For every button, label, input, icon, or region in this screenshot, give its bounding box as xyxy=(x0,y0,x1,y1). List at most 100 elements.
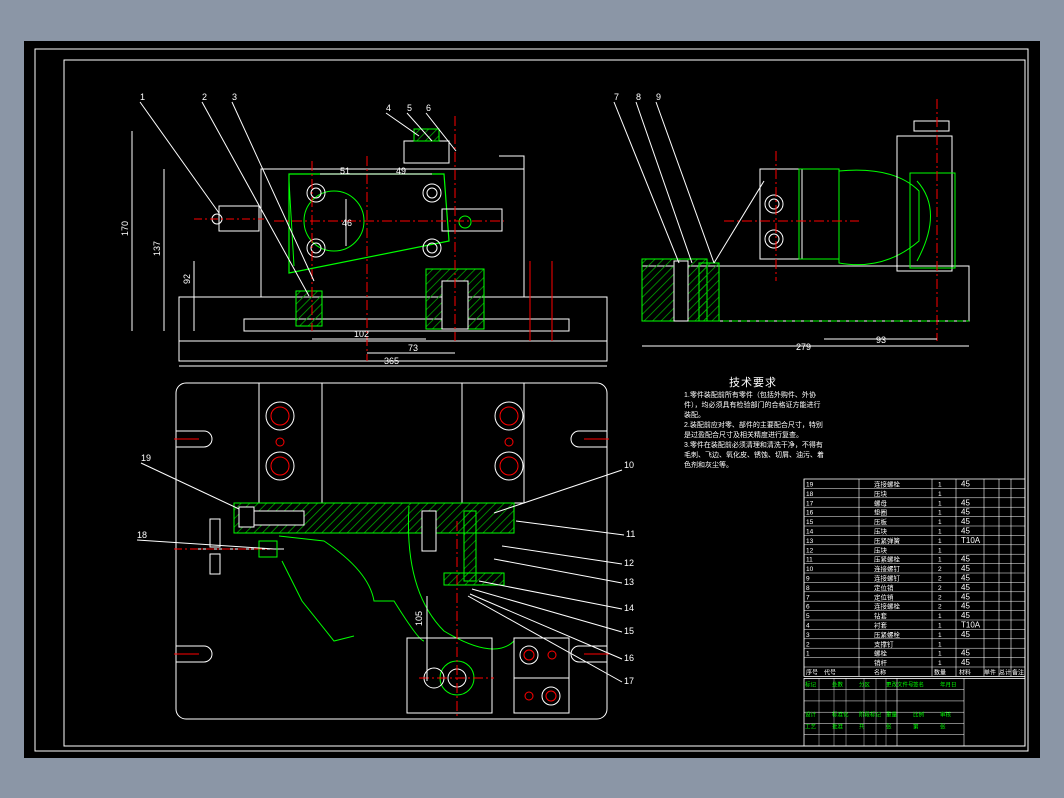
bom-cell-no: 10 xyxy=(806,566,814,573)
hole-icon xyxy=(306,238,326,258)
bom-table: 19 连接螺栓 1 4518 压块 117 螺母 1 4516 垫圈 1 4515 压板 1 4514 压块 1… xyxy=(803,478,1026,677)
title-block-cell: 更改文件号 xyxy=(886,680,914,688)
balloon-18: 18 xyxy=(137,530,147,540)
bom-cell-qty: 1 xyxy=(938,547,942,554)
bom-cell-no: 13 xyxy=(806,538,814,545)
bom-cell-qty: 1 xyxy=(938,660,942,667)
dim-137: 137 xyxy=(152,241,162,256)
bom-cell-qty: 2 xyxy=(938,594,942,601)
cad-viewport[interactable]: 51 49 46 170 137 92 102 73 365 1 2 3 4 5… xyxy=(24,41,1040,758)
bom-cell-qty: 1 xyxy=(938,538,942,545)
bom-header-cell: 数量 xyxy=(934,669,946,677)
dim-105: 105 xyxy=(414,611,424,626)
bom-cell-name: 压块 xyxy=(874,527,888,536)
bom-cell-name: 压紧弹簧 xyxy=(874,536,901,545)
bom-cell-qty: 1 xyxy=(938,651,942,658)
bom-cell-mat: 45 xyxy=(961,508,970,517)
balloon-5: 5 xyxy=(407,103,412,113)
bom-cell-qty: 2 xyxy=(938,576,942,583)
title-block-cell: 批准 xyxy=(832,722,844,730)
bom-cell-mat: 45 xyxy=(961,527,970,536)
bom-cell-no: 12 xyxy=(806,547,814,554)
tech-requirement-line: 3.零件在装配前必须清理和清洗干净，不得有 xyxy=(684,442,823,449)
drawing-canvas[interactable]: 51 49 46 170 137 92 102 73 365 1 2 3 4 5… xyxy=(24,41,1040,758)
bom-cell-no: 8 xyxy=(806,585,810,592)
bom-cell-mat: 45 xyxy=(961,611,970,620)
bom-cell-mat: 45 xyxy=(961,583,970,592)
bom-cell-name: 连接螺栓 xyxy=(874,602,901,611)
title-block-cell: 重量 xyxy=(886,710,898,718)
bom-cell-mat: 45 xyxy=(961,480,970,489)
tech-requirement-line: 是过盈配合尺寸及相关精度进行复查。 xyxy=(684,432,803,439)
bom-cell-mat: T10A xyxy=(961,536,981,545)
bom-cell-no: 6 xyxy=(806,604,810,611)
title-block-cell: 处数 xyxy=(832,680,844,688)
balloon-2: 2 xyxy=(202,92,207,102)
balloon-13: 13 xyxy=(624,577,634,587)
bom-cell-qty: 1 xyxy=(938,519,942,526)
dim-279: 279 xyxy=(796,342,811,352)
bom-cell-name: 支撑钉 xyxy=(874,639,894,648)
bom-cell-mat: 45 xyxy=(961,649,970,658)
bom-cell-mat: 45 xyxy=(961,630,970,639)
bom-cell-name: 连接螺栓 xyxy=(874,480,901,489)
bom-header-cell: 单件 xyxy=(984,669,996,677)
balloon-14: 14 xyxy=(624,603,634,613)
bom-cell-name: 压块 xyxy=(874,545,888,554)
balloon-7: 7 xyxy=(614,92,619,102)
title-block: 标记 处数 分区 更改文件号 签名 年月日设计 标准化 阶段标记 重量 比例 审核工艺 批准 共 张 第 张 xyxy=(803,678,1026,747)
bom-cell-no: 5 xyxy=(806,613,810,620)
bom-cell-name: 销杆 xyxy=(874,658,888,667)
bom-header-cell: 材料 xyxy=(959,669,971,677)
balloon-6: 6 xyxy=(426,103,431,113)
bom-cell-name: 螺栓 xyxy=(874,649,888,658)
bom-cell-mat: 45 xyxy=(961,517,970,526)
bom-cell-qty: 1 xyxy=(938,632,942,639)
bom-cell-qty: 1 xyxy=(938,529,942,536)
bom-cell-qty: 1 xyxy=(938,557,942,564)
bom-cell-no: 18 xyxy=(806,491,814,498)
bom-cell-no: 3 xyxy=(806,632,810,639)
balloon-1: 1 xyxy=(140,92,145,102)
tech-requirements-title: 技术要求 xyxy=(729,377,777,389)
bom-cell-qty: 1 xyxy=(938,613,942,620)
bom-cell-qty: 1 xyxy=(938,510,942,517)
dim-46: 46 xyxy=(342,218,352,228)
balloon-3: 3 xyxy=(232,92,237,102)
bom-cell-no: 15 xyxy=(806,519,814,526)
dim-365: 365 xyxy=(384,356,399,366)
bom-cell-name: 垫圈 xyxy=(874,508,887,517)
title-block-cell: 第 xyxy=(913,722,919,730)
bom-cell-no: 1 xyxy=(806,651,810,658)
bom-cell-name: 螺母 xyxy=(874,498,888,507)
bom-cell-name: 压紧螺栓 xyxy=(874,630,901,639)
balloon-17: 17 xyxy=(624,676,634,686)
bom-header-cell: 总计 xyxy=(999,669,1011,677)
bom-header-cell: 代号 xyxy=(824,669,836,677)
dim-102: 102 xyxy=(354,329,369,339)
bom-cell-no: 2 xyxy=(806,641,810,648)
bom-cell-name: 压紧螺栓 xyxy=(874,555,901,564)
title-block-cell: 共 xyxy=(859,722,865,730)
tech-requirement-line: 色剂和灰尘等。 xyxy=(684,462,733,469)
bom-cell-name: 定位销 xyxy=(874,592,894,601)
dim-49: 49 xyxy=(396,166,406,176)
balloon-8: 8 xyxy=(636,92,641,102)
balloon-4: 4 xyxy=(386,103,391,113)
plan-view: 105 xyxy=(174,382,609,720)
bom-cell-mat: 45 xyxy=(961,592,970,601)
title-block-cell: 张 xyxy=(886,722,892,730)
balloon-10: 10 xyxy=(624,460,634,470)
title-block-cell: 签名 xyxy=(913,680,924,688)
dim-93: 93 xyxy=(876,335,886,345)
bom-cell-qty: 1 xyxy=(938,500,942,507)
balloon-12: 12 xyxy=(624,558,634,568)
side-view: 279 93 7 8 9 xyxy=(613,92,970,352)
balloon-19: 19 xyxy=(141,453,151,463)
dim-170: 170 xyxy=(120,221,130,236)
bom-cell-qty: 2 xyxy=(938,566,942,573)
bom-cell-no: 16 xyxy=(806,510,814,517)
hole-icon xyxy=(422,183,442,203)
bom-cell-name: 连接螺钉 xyxy=(874,574,901,583)
bom-cell-name: 钻套 xyxy=(874,611,888,620)
